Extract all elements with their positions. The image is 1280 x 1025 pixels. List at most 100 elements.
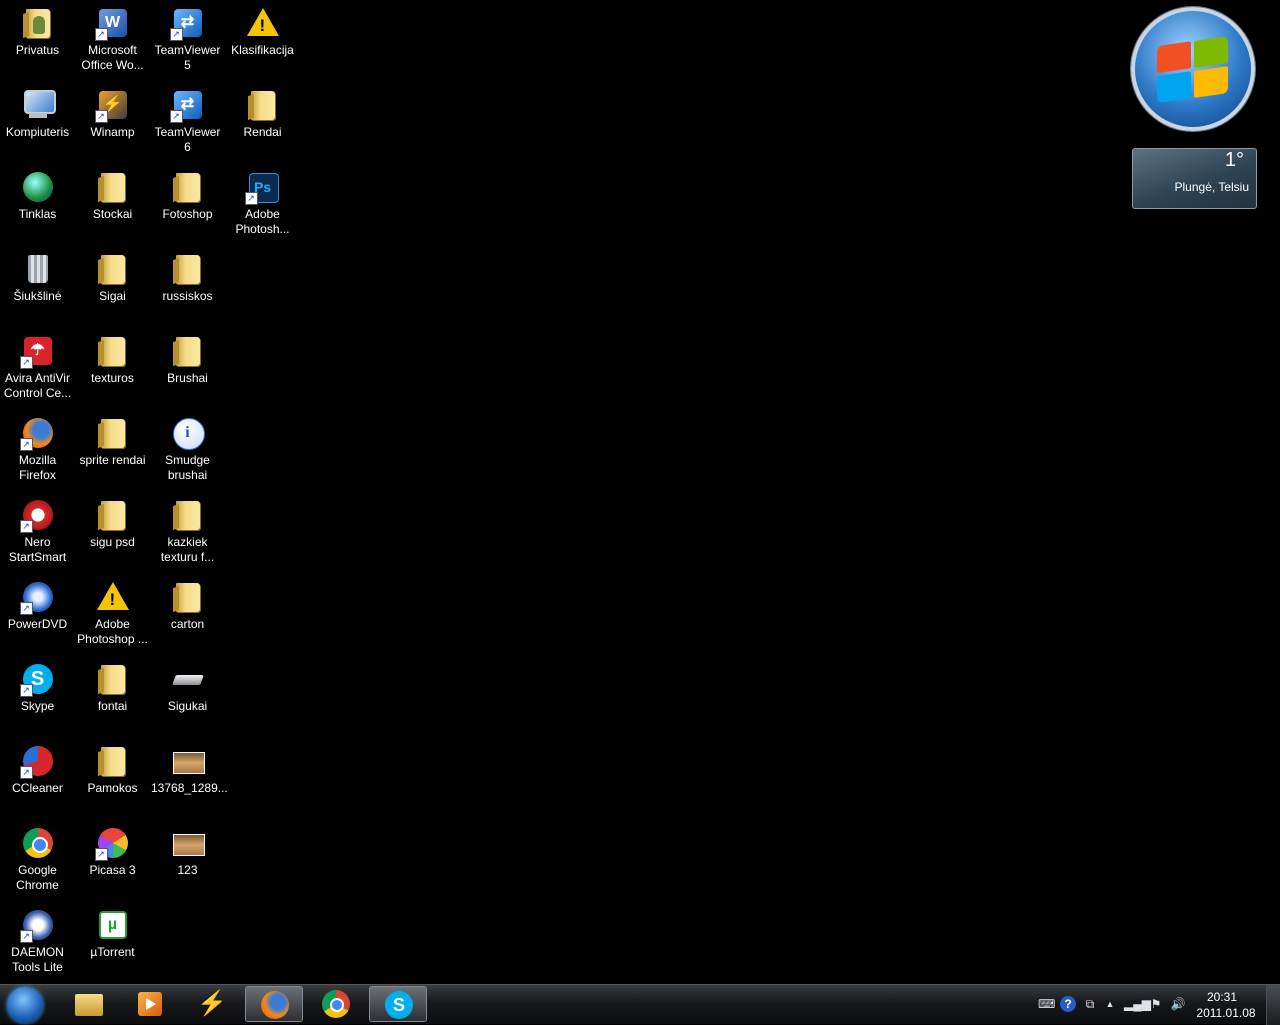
- desktop-icon-label: Google Chrome: [16, 863, 59, 892]
- desktop-icon[interactable]: 13768_1289...: [150, 740, 228, 818]
- taskbar-button-firefox[interactable]: [245, 986, 303, 1022]
- desktop-icon[interactable]: sigu psd: [75, 494, 150, 572]
- desktop-icon[interactable]: ! Klasifikacija: [225, 2, 300, 80]
- action-center-flag-icon[interactable]: ⚑: [1148, 996, 1164, 1012]
- desktop-icon[interactable]: ↗ DAEMON Tools Lite: [0, 904, 75, 982]
- desktop-icon[interactable]: Sigukai: [150, 658, 225, 736]
- desktop-icon[interactable]: ⇄ ↗ TeamViewer 6: [150, 84, 225, 162]
- taskbar-button-skype[interactable]: S: [369, 986, 427, 1022]
- avira-icon: ☂ ↗: [19, 334, 55, 369]
- desktop-icon[interactable]: Sigai: [75, 248, 150, 326]
- desktop-icon[interactable]: ⇄ ↗ TeamViewer 5: [150, 2, 225, 80]
- desktop-icon-label: Adobe Photosh...: [235, 207, 290, 236]
- keyboard-icon[interactable]: ⌨: [1038, 996, 1055, 1012]
- taskbar-button-winamp[interactable]: ⚡: [183, 986, 241, 1022]
- weather-gadget[interactable]: 1° Plungė, Telsiu: [1132, 148, 1257, 209]
- desktop-icon[interactable]: ↗ Nero StartSmart: [0, 494, 75, 572]
- utorrent-icon: µ: [96, 908, 130, 942]
- desktop-icon[interactable]: ↗ Picasa 3: [75, 822, 150, 900]
- desktop-icon-label: kazkiek texturu f...: [160, 535, 215, 564]
- desktop-icon-label: Sigai: [99, 289, 126, 303]
- weather-location: Plungė, Telsiu: [1174, 180, 1250, 194]
- image-thumbnail-icon: [171, 744, 205, 778]
- desktop-icon-label: Pamokos: [87, 781, 138, 795]
- folder-icon: [171, 334, 205, 368]
- desktop-icon[interactable]: carton: [150, 576, 225, 654]
- network-signal-icon[interactable]: ▂▄▆: [1124, 996, 1151, 1012]
- display-icon[interactable]: ⧉: [1082, 996, 1098, 1012]
- desktop-icon[interactable]: Šiukšlinė: [0, 248, 75, 326]
- start-button[interactable]: [2, 985, 48, 1025]
- folder-icon: [246, 88, 280, 122]
- desktop-icon-label: 123: [177, 863, 198, 877]
- desktop-icon[interactable]: fontai: [75, 658, 150, 736]
- desktop-icon[interactable]: sprite rendai: [75, 412, 150, 490]
- desktop-icon-label: Picasa 3: [89, 863, 136, 877]
- desktop[interactable]: Privatus Kompiuteris Tinklas Šiukšlinė ☂ ↗ Avi…: [0, 0, 1280, 984]
- desktop-icon-label: Klasifikacija: [231, 43, 294, 57]
- clock-date[interactable]: 2011.01.08: [1196, 1006, 1256, 1020]
- show-hidden-icons-chevron-icon[interactable]: ▲: [1102, 996, 1118, 1012]
- desktop-icon-label: CCleaner: [12, 781, 63, 795]
- help-icon[interactable]: ?: [1060, 996, 1076, 1012]
- desktop-icon[interactable]: Kompiuteris: [0, 84, 75, 162]
- desktop-icon[interactable]: Fotoshop: [150, 166, 225, 244]
- folder-icon: [96, 416, 130, 450]
- desktop-icon[interactable]: Privatus: [0, 2, 75, 80]
- desktop-icon[interactable]: Rendai: [225, 84, 300, 162]
- desktop-icon-label: Mozilla Firefox: [18, 453, 57, 482]
- volume-icon[interactable]: 🔊: [1170, 996, 1186, 1012]
- desktop-icon[interactable]: ! Adobe Photoshop ...: [75, 576, 150, 654]
- image-thumbnail-icon: [171, 826, 205, 860]
- desktop-icon[interactable]: µ µTorrent: [75, 904, 150, 982]
- desktop-icon-label: TeamViewer 5: [154, 43, 221, 72]
- folder-icon: [96, 498, 130, 532]
- folder-icon: [171, 170, 205, 204]
- desktop-icon[interactable]: i Smudge brushai: [150, 412, 225, 490]
- desktop-icon[interactable]: Ps ↗ Adobe Photosh...: [225, 166, 300, 244]
- desktop-icon[interactable]: Pamokos: [75, 740, 150, 818]
- folder-icon: [171, 252, 205, 286]
- folder-icon: [96, 252, 130, 286]
- desktop-icon-label: Avira AntiVir Control Ce...: [3, 371, 72, 400]
- desktop-icon[interactable]: Google Chrome: [0, 822, 75, 900]
- desktop-icon[interactable]: 123: [150, 822, 225, 900]
- windows-logo-gadget[interactable]: [1131, 7, 1255, 131]
- taskbar-button-explorer[interactable]: [60, 986, 118, 1022]
- desktop-icon-label: Privatus: [15, 43, 60, 57]
- nero-icon: ↗: [19, 498, 55, 533]
- desktop-icon-label: Stockai: [92, 207, 133, 221]
- folder-icon: [171, 580, 205, 614]
- taskbar-button-chrome[interactable]: [307, 986, 365, 1022]
- taskbar-button-media-player[interactable]: [121, 986, 179, 1022]
- desktop-icon[interactable]: kazkiek texturu f...: [150, 494, 225, 572]
- desktop-icon-label: 13768_1289...: [151, 781, 228, 795]
- desktop-icon-label: TeamViewer 6: [154, 125, 221, 154]
- desktop-icon-label: Rendai: [243, 125, 282, 139]
- desktop-icon[interactable]: Tinklas: [0, 166, 75, 244]
- desktop-icon[interactable]: Brushai: [150, 330, 225, 408]
- desktop-icon[interactable]: ☂ ↗ Avira AntiVir Control Ce...: [0, 330, 75, 408]
- explorer-icon: [73, 988, 105, 1020]
- desktop-icon-label: Tinklas: [18, 207, 57, 221]
- desktop-icon[interactable]: texturos: [75, 330, 150, 408]
- folder-icon: [171, 498, 205, 532]
- picasa-icon: ↗: [94, 826, 130, 861]
- desktop-icon-label: Skype: [20, 699, 55, 713]
- warning-icon: !: [96, 580, 130, 614]
- desktop-icon[interactable]: ↗ Mozilla Firefox: [0, 412, 75, 490]
- desktop-icon[interactable]: Stockai: [75, 166, 150, 244]
- desktop-icon-label: Sigukai: [167, 699, 208, 713]
- desktop-icon[interactable]: ↗ PowerDVD: [0, 576, 75, 654]
- desktop-icon[interactable]: russiskos: [150, 248, 225, 326]
- clock-time[interactable]: 20:31: [1196, 990, 1248, 1004]
- desktop-icon[interactable]: S ↗ Skype: [0, 658, 75, 736]
- folder-icon: [96, 662, 130, 696]
- desktop-icon[interactable]: W ↗ Microsoft Office Wo...: [75, 2, 150, 80]
- media-player-icon: [134, 988, 166, 1020]
- desktop-icon[interactable]: ⚡ ↗ Winamp: [75, 84, 150, 162]
- desktop-icon-label: sigu psd: [90, 535, 135, 549]
- desktop-icon[interactable]: ↗ CCleaner: [0, 740, 75, 818]
- show-desktop-button[interactable]: [1266, 985, 1280, 1025]
- user-folder-icon: [21, 6, 55, 40]
